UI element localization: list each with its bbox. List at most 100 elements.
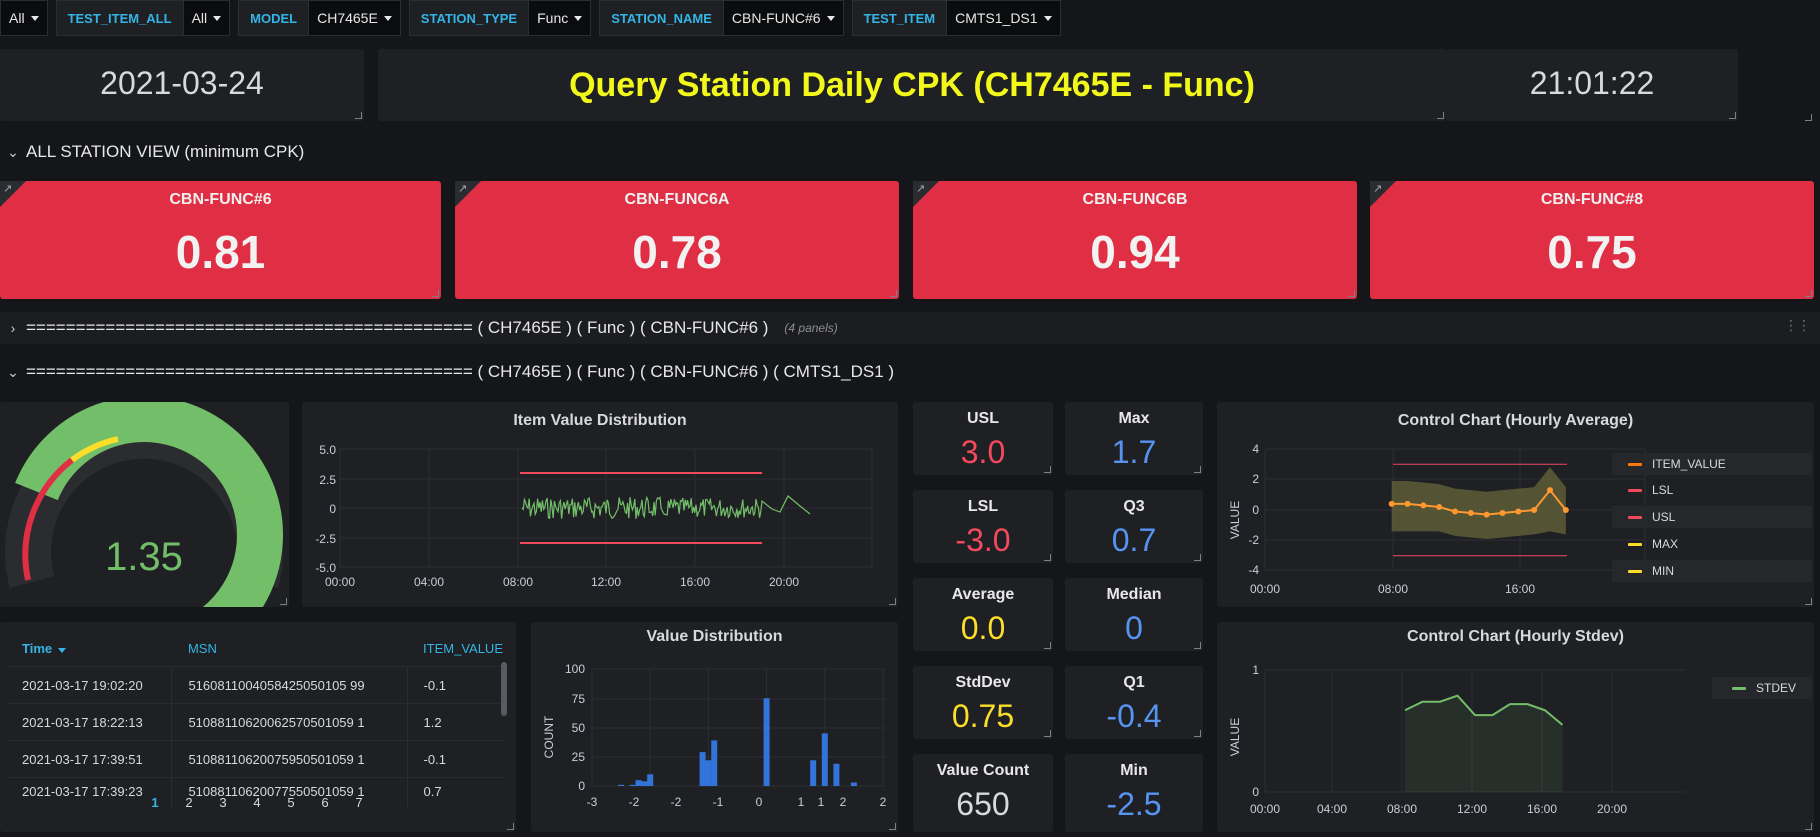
resize-handle-icon[interactable]: [432, 290, 439, 297]
resize-handle-icon[interactable]: [1348, 290, 1355, 297]
cell-time: 2021-03-17 19:02:20: [8, 666, 173, 704]
resize-handle-icon[interactable]: [1805, 598, 1812, 605]
table-row[interactable]: 2021-03-17 19:02:20 51608110040584250501…: [8, 666, 504, 704]
page-link[interactable]: 6: [308, 795, 342, 810]
station-cpk-value: 0.75: [1547, 226, 1637, 278]
stddev-panel: StdDev 0.75: [913, 666, 1053, 739]
page-link[interactable]: 4: [240, 795, 274, 810]
control-chart-stdev-panel: Control Chart (Hourly Stdev) VALUE 1 0 0…: [1217, 622, 1814, 832]
column-header-msn[interactable]: MSN: [172, 630, 407, 667]
legend-max[interactable]: MAX: [1612, 533, 1812, 555]
y-tick-label: 0: [1252, 503, 1259, 517]
var-group-model[interactable]: MODEL CH7465E: [238, 0, 401, 36]
resize-handle-icon[interactable]: [1805, 823, 1812, 830]
resize-handle-icon[interactable]: [1729, 112, 1736, 119]
resize-handle-icon[interactable]: [889, 823, 896, 830]
var-group-all[interactable]: All: [0, 0, 48, 36]
stat-value: -2.5: [1106, 786, 1162, 822]
legend-item-value[interactable]: ITEM_VALUE: [1612, 453, 1812, 475]
chevron-down-icon: [213, 15, 222, 21]
x-tick-label: 12:00: [1457, 802, 1487, 816]
column-header-time[interactable]: Time: [8, 630, 172, 667]
table-scrollbar[interactable]: [501, 662, 507, 716]
legend-usl[interactable]: USL: [1612, 506, 1812, 528]
legend-lsl[interactable]: LSL: [1612, 479, 1812, 501]
var-value-model[interactable]: CH7465E: [309, 0, 401, 36]
resize-handle-icon[interactable]: [1044, 730, 1051, 737]
value-distribution-chart: COUNT 100 75 50 25 0 -3 -2 -2 -1 0 1 1 2…: [542, 662, 887, 809]
item-value-point: [1562, 507, 1569, 513]
legend-swatch: [1628, 515, 1642, 519]
legend-min[interactable]: MIN: [1612, 560, 1812, 582]
resize-handle-icon[interactable]: [355, 112, 362, 119]
resize-handle-icon[interactable]: [1044, 642, 1051, 649]
drag-handle-icon[interactable]: ⋮⋮: [1784, 317, 1811, 334]
row-collapsed-station[interactable]: › ======================================…: [0, 312, 1820, 344]
station-card-1[interactable]: ↗ CBN-FUNC#6 0.81: [0, 181, 441, 299]
page-link[interactable]: 3: [206, 795, 240, 810]
date-text: 2021-03-24: [100, 65, 264, 101]
table-row[interactable]: 2021-03-17 18:22:13 51088110620062570501…: [8, 703, 504, 741]
row-panel-count: (4 panels): [784, 321, 838, 335]
gauge-value: 1.35: [105, 535, 183, 579]
time-text: 21:01:22: [1529, 65, 1655, 101]
cpk-gauge: 1.35: [5, 396, 283, 652]
resize-handle-icon[interactable]: [1805, 290, 1812, 297]
x-tick-label: 00:00: [325, 575, 355, 589]
stat-value: 1.7: [1111, 434, 1157, 470]
row-expanded-item[interactable]: ⌄ ======================================…: [0, 357, 1820, 387]
resize-handle-icon[interactable]: [1044, 554, 1051, 561]
y-axis-title: COUNT: [542, 715, 556, 758]
page-link[interactable]: 7: [342, 795, 376, 810]
resize-handle-icon[interactable]: [889, 598, 896, 605]
resize-handle-icon[interactable]: [1044, 466, 1051, 473]
resize-handle-icon[interactable]: [280, 598, 287, 605]
chevron-down-icon: [30, 15, 39, 21]
page-link[interactable]: 5: [274, 795, 308, 810]
resize-handle-icon[interactable]: [1437, 112, 1444, 119]
station-card-2[interactable]: ↗ CBN-FUNC6A 0.78: [455, 181, 899, 299]
average-panel: Average 0.0: [913, 578, 1053, 651]
row-title-text: ========================================…: [26, 318, 769, 337]
chevron-down-icon[interactable]: ⌄: [0, 364, 26, 381]
histogram-bar: [850, 782, 857, 786]
stat-label: LSL: [967, 498, 999, 515]
var-value-test-item[interactable]: CMTS1_DS1: [947, 0, 1061, 36]
var-value-station-type[interactable]: Func: [529, 0, 592, 36]
histogram-bar: [647, 774, 654, 786]
column-header-item-value[interactable]: ITEM_VALUE: [407, 630, 504, 667]
chevron-right-icon[interactable]: ›: [0, 320, 26, 336]
chevron-down-icon[interactable]: ⌄: [0, 144, 26, 161]
resize-handle-icon[interactable]: [1194, 642, 1201, 649]
var-group-test-item[interactable]: TEST_ITEM CMTS1_DS1: [851, 0, 1061, 36]
stat-value: 650: [956, 786, 1010, 822]
page-link[interactable]: 1: [138, 795, 172, 810]
resize-handle-icon[interactable]: [1194, 466, 1201, 473]
var-group-station-name[interactable]: STATION_NAME CBN-FUNC#6: [599, 0, 844, 36]
var-value-station-name[interactable]: CBN-FUNC#6: [723, 0, 844, 36]
chevron-down-icon: [1043, 15, 1052, 21]
page-link[interactable]: 2: [172, 795, 206, 810]
date-panel: 2021-03-24: [0, 49, 364, 121]
resize-handle-icon[interactable]: [507, 823, 514, 830]
var-group-station-type[interactable]: STATION_TYPE Func: [408, 0, 592, 36]
resize-handle-icon[interactable]: [890, 290, 897, 297]
resize-handle-icon[interactable]: [1194, 554, 1201, 561]
var-label-station-name: STATION_NAME: [599, 0, 724, 36]
legend-stdev[interactable]: STDEV: [1712, 677, 1812, 699]
var-value-all[interactable]: All: [0, 0, 48, 36]
table-row[interactable]: 2021-03-17 17:39:51 51088110620075950501…: [8, 740, 504, 778]
var-label-station-type: STATION_TYPE: [408, 0, 530, 36]
x-tick-label: -3: [587, 795, 598, 809]
y-tick-label: -5.0: [315, 561, 336, 575]
var-group-test-item-all[interactable]: TEST_ITEM_ALL All: [55, 0, 231, 36]
station-cpk-value: 0.78: [632, 226, 722, 278]
row-all-station-view[interactable]: ⌄ ALL STATION VIEW (minimum CPK): [0, 137, 1820, 167]
station-card-4[interactable]: ↗ CBN-FUNC#8 0.75: [1370, 181, 1814, 299]
station-card-3[interactable]: ↗ CBN-FUNC6B 0.94: [913, 181, 1357, 299]
item-value-point: [1547, 487, 1553, 494]
x-tick-label: 00:00: [1250, 582, 1280, 596]
resize-handle-icon[interactable]: [1194, 730, 1201, 737]
resize-handle-icon[interactable]: [1805, 114, 1812, 121]
var-value-test-item-all[interactable]: All: [183, 0, 231, 36]
